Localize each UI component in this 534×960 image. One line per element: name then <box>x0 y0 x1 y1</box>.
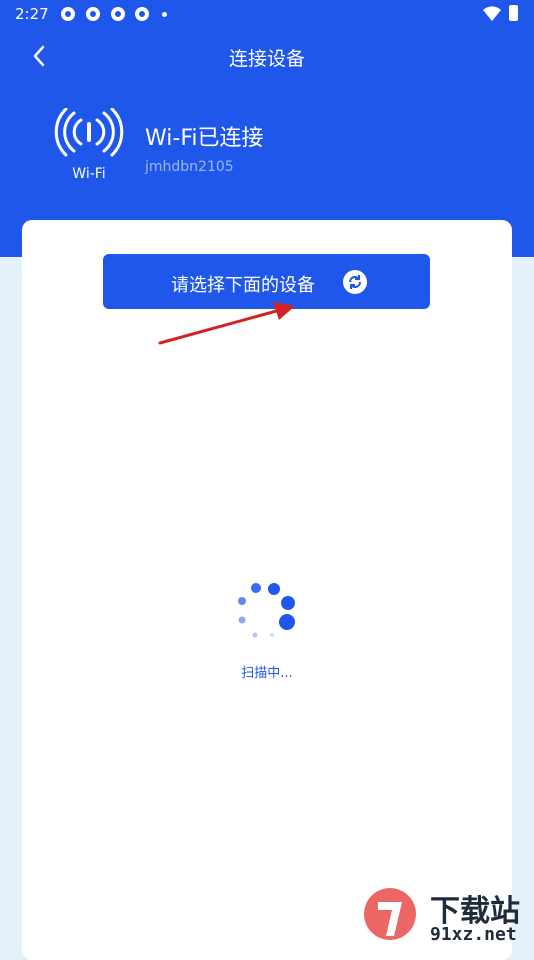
site-watermark: 下载站 91xz.net <box>360 884 534 950</box>
wifi-broadcast-icon <box>54 107 124 157</box>
notification-icon <box>61 7 75 21</box>
connected-ssid: jmhdbn2105 <box>145 159 234 175</box>
notification-icon <box>111 7 125 21</box>
wifi-connection-icon: Wi-Fi <box>50 107 128 188</box>
select-device-label: 请选择下面的设备 <box>171 275 315 296</box>
more-notifications-dot <box>162 12 167 17</box>
loading-spinner-icon <box>238 583 295 638</box>
scanning-status: 扫描中... <box>241 666 293 681</box>
watermark-logo-icon <box>364 888 416 940</box>
connection-status: Wi-Fi已连接 <box>145 126 264 151</box>
annotation-arrow <box>158 302 295 345</box>
refresh-icon[interactable] <box>343 270 367 294</box>
watermark-url: 91xz.net <box>430 924 517 945</box>
status-time: 2:27 <box>15 5 49 23</box>
status-bar: 2:27 <box>0 0 534 28</box>
top-bar: 连接设备 <box>0 28 534 84</box>
notification-icon <box>86 7 100 21</box>
notification-icon <box>135 7 149 21</box>
wifi-icon-label: Wi-Fi <box>72 166 106 182</box>
wifi-signal-icon <box>483 6 501 22</box>
battery-icon <box>509 5 518 21</box>
page-title: 连接设备 <box>228 48 305 70</box>
